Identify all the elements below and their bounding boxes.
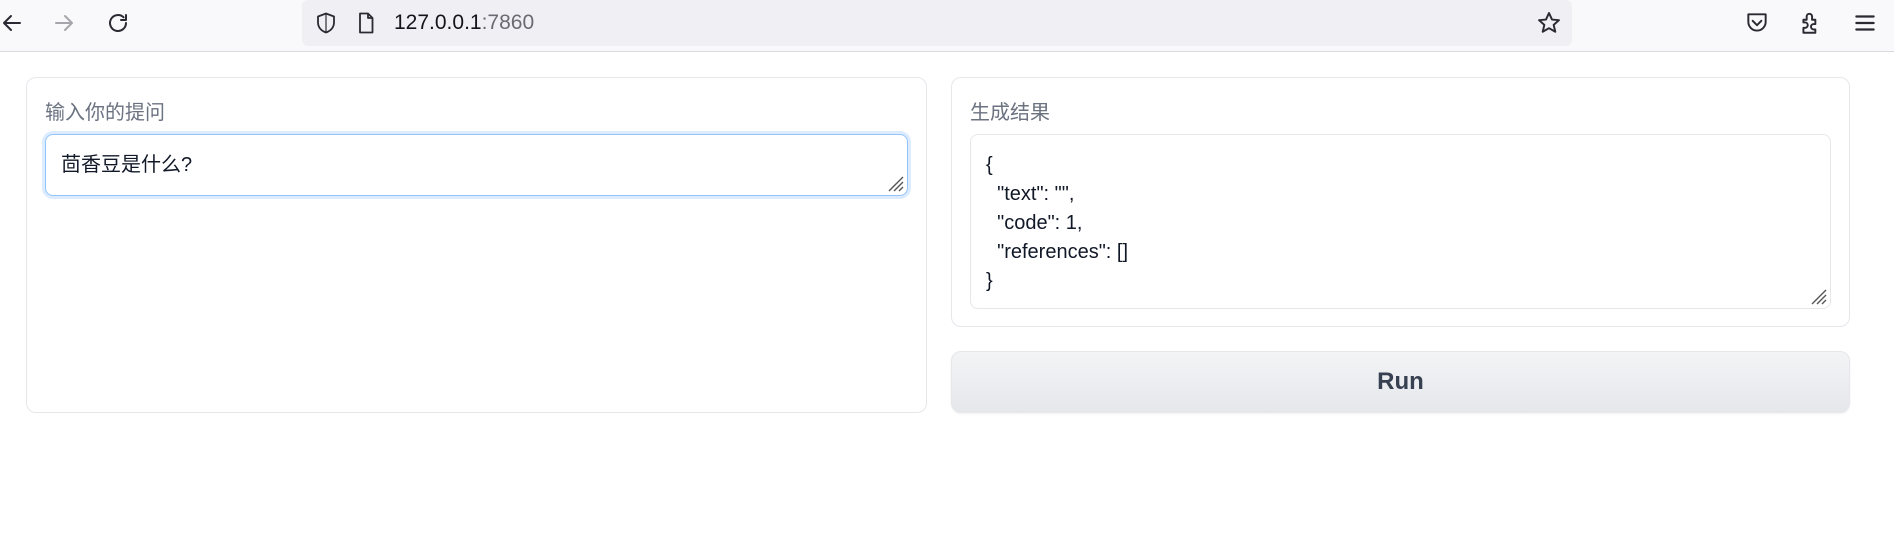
forward-arrow-icon: [55, 15, 73, 31]
menu-icon[interactable]: [1852, 10, 1878, 36]
reload-icon: [109, 14, 127, 32]
page-icon[interactable]: [354, 11, 378, 35]
input-panel: 输入你的提问 茴香豆是什么?: [26, 77, 927, 413]
output-label: 生成结果: [970, 102, 1050, 124]
run-button[interactable]: Run: [951, 351, 1850, 413]
url-port: :7860: [481, 11, 535, 34]
address-bar[interactable]: 127.0.0.1:7860: [302, 0, 1572, 46]
back-arrow-icon: [3, 15, 21, 31]
back-button[interactable]: [0, 8, 30, 38]
question-input-value[interactable]: 茴香豆是什么?: [61, 151, 192, 180]
input-label: 输入你的提问: [45, 102, 165, 124]
bookmark-star-icon[interactable]: [1536, 10, 1562, 36]
extensions-icon[interactable]: [1798, 10, 1824, 36]
output-panel: 生成结果 { "text": "", "code": 1, "reference…: [951, 77, 1850, 327]
resize-handle-icon[interactable]: [1807, 285, 1827, 305]
shield-icon[interactable]: [314, 11, 338, 35]
resize-handle-icon[interactable]: [884, 172, 904, 192]
browser-toolbar: 127.0.0.1:7860: [0, 0, 1894, 52]
output-value: { "text": "", "code": 1, "references": […: [986, 154, 1129, 292]
url-host: 127.0.0.1: [394, 11, 482, 34]
reload-button[interactable]: [100, 8, 136, 38]
pocket-icon[interactable]: [1744, 10, 1770, 36]
forward-button[interactable]: [46, 8, 82, 38]
url-text[interactable]: 127.0.0.1:7860: [394, 11, 534, 35]
question-input[interactable]: 茴香豆是什么?: [45, 134, 908, 196]
output-textbox[interactable]: { "text": "", "code": 1, "references": […: [970, 134, 1831, 309]
